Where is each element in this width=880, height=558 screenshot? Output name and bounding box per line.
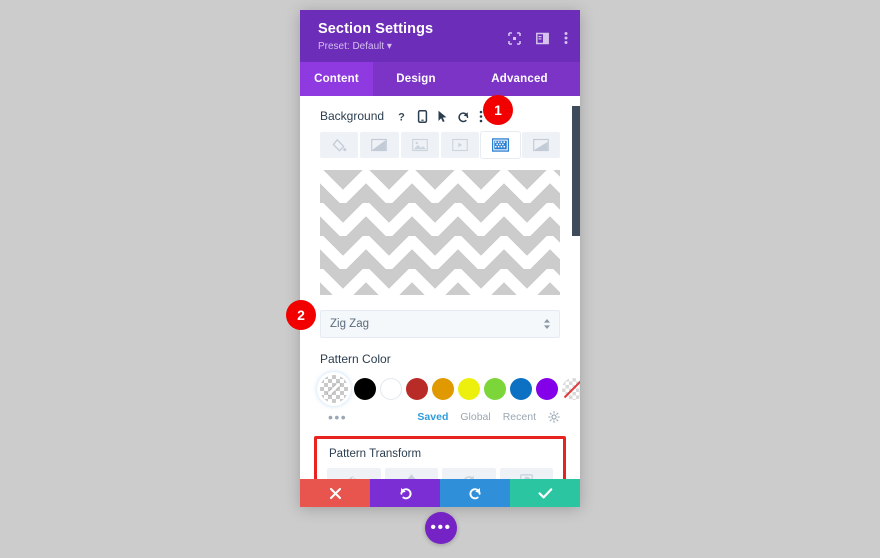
- swatch-green[interactable]: [484, 378, 506, 400]
- background-pattern-tab[interactable]: [481, 132, 520, 158]
- swatch-purple[interactable]: [536, 378, 558, 400]
- more-options-icon[interactable]: [564, 31, 568, 45]
- step-badge-2: 2: [286, 300, 316, 330]
- swatch-orange[interactable]: [432, 378, 454, 400]
- background-video-tab[interactable]: [440, 132, 480, 158]
- rotate-button[interactable]: [442, 468, 496, 479]
- undo-button[interactable]: [370, 479, 440, 507]
- background-image-tab[interactable]: [400, 132, 439, 158]
- palette-links: Saved Global Recent: [417, 411, 560, 423]
- background-color-tab[interactable]: [320, 132, 359, 158]
- swatch-transparent[interactable]: [562, 378, 580, 400]
- panel-action-bar: [300, 479, 580, 507]
- save-button[interactable]: [510, 479, 580, 507]
- swatch-white[interactable]: [380, 378, 402, 400]
- background-group-label: Background: [320, 109, 385, 123]
- pattern-style-select[interactable]: Zig Zag: [320, 310, 560, 338]
- pattern-transform-group: Pattern Transform: [314, 436, 566, 479]
- pattern-color-swatches: [320, 375, 580, 403]
- panel-header-icons: [508, 31, 568, 45]
- help-icon[interactable]: ?: [395, 110, 408, 123]
- gear-icon[interactable]: [548, 411, 560, 423]
- flip-vertical-button[interactable]: [384, 468, 438, 479]
- svg-text:?: ?: [398, 111, 405, 123]
- step-badge-1: 1: [483, 95, 513, 125]
- swatch-blue[interactable]: [510, 378, 532, 400]
- page-settings-fab[interactable]: •••: [425, 512, 457, 544]
- pattern-preview: [320, 170, 560, 295]
- tab-advanced[interactable]: Advanced: [459, 62, 580, 96]
- panel-tabs: Content Design Advanced: [300, 62, 580, 96]
- chevron-updown-icon: [543, 318, 551, 330]
- pattern-transform-label: Pattern Transform: [329, 448, 422, 460]
- pattern-transform-buttons: [323, 468, 557, 479]
- swatch-black[interactable]: [354, 378, 376, 400]
- tab-design[interactable]: Design: [373, 62, 459, 96]
- section-settings-panel: Section Settings Preset: Default ▾ Conte…: [300, 10, 580, 507]
- background-mask-tab[interactable]: [521, 132, 560, 158]
- redo-button[interactable]: [440, 479, 510, 507]
- hover-cursor-icon[interactable]: [437, 110, 448, 123]
- more-colors-icon[interactable]: •••: [328, 410, 347, 424]
- invert-button[interactable]: [499, 468, 553, 479]
- cancel-button[interactable]: [300, 479, 370, 507]
- swatch-current[interactable]: [320, 375, 348, 403]
- reset-icon[interactable]: [457, 110, 470, 123]
- tab-content[interactable]: Content: [300, 62, 373, 96]
- background-toolbar: Background ?: [300, 96, 580, 123]
- layout-toggle-icon[interactable]: [536, 32, 549, 45]
- palette-tab-saved[interactable]: Saved: [417, 411, 448, 423]
- swatch-red[interactable]: [406, 378, 428, 400]
- panel-header: Section Settings Preset: Default ▾: [300, 10, 580, 62]
- panel-scrollbar[interactable]: [572, 106, 580, 236]
- background-gradient-tab[interactable]: [360, 132, 399, 158]
- panel-body: Background ? Zig Zag Pattern Color ••• S…: [300, 96, 580, 479]
- palette-tab-recent[interactable]: Recent: [503, 411, 536, 423]
- pattern-color-label: Pattern Color: [320, 352, 391, 366]
- palette-tab-global[interactable]: Global: [460, 411, 490, 423]
- responsive-icon[interactable]: [417, 109, 428, 123]
- flip-horizontal-button[interactable]: [327, 468, 381, 479]
- pattern-style-value: Zig Zag: [330, 318, 369, 330]
- background-type-tabs: [320, 132, 560, 158]
- palette-footer: ••• Saved Global Recent: [320, 410, 560, 424]
- fullscreen-icon[interactable]: [508, 31, 521, 45]
- swatch-yellow[interactable]: [458, 378, 480, 400]
